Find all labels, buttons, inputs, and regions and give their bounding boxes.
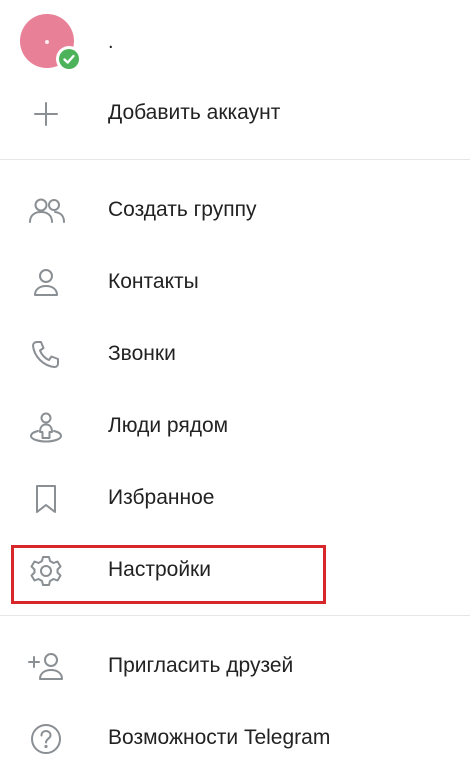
- menu-item-label: Звонки: [108, 342, 176, 365]
- add-user-icon: [27, 651, 67, 683]
- bookmark-icon: [27, 483, 67, 515]
- phone-icon: [27, 339, 67, 371]
- menu-item-label: Контакты: [108, 270, 199, 293]
- add-account-label: Добавить аккаунт: [108, 101, 281, 124]
- menu-item-label: Люди рядом: [108, 414, 229, 437]
- add-account-button[interactable]: Добавить аккаунт: [0, 78, 470, 148]
- menu-item-people-nearby[interactable]: Люди рядом: [0, 391, 470, 461]
- menu-item-label: Возможности Telegram: [108, 726, 331, 749]
- menu-item-label: Пригласить друзей: [108, 654, 294, 677]
- divider: [0, 159, 470, 160]
- help-icon: [27, 723, 67, 755]
- menu-item-create-group[interactable]: Создать группу: [0, 175, 470, 245]
- menu-item-contacts[interactable]: Контакты: [0, 247, 470, 317]
- people-nearby-icon: [27, 411, 67, 443]
- current-account-row[interactable]: .: [0, 0, 470, 86]
- highlight-box: [11, 545, 326, 604]
- check-badge-icon: [56, 46, 82, 72]
- contact-icon: [27, 267, 67, 299]
- menu-item-label: Избранное: [108, 486, 215, 509]
- plus-icon: [27, 98, 67, 130]
- menu-item-label: Создать группу: [108, 198, 257, 221]
- side-menu: . Добавить аккаунт Создать группу Контак…: [0, 0, 470, 784]
- divider: [0, 615, 470, 616]
- menu-item-saved[interactable]: Избранное: [0, 463, 470, 533]
- menu-item-calls[interactable]: Звонки: [0, 319, 470, 389]
- account-name: .: [108, 31, 114, 53]
- menu-item-invite-friends[interactable]: Пригласить друзей: [0, 631, 470, 701]
- menu-item-telegram-features[interactable]: Возможности Telegram: [0, 703, 470, 773]
- group-icon: [27, 195, 67, 227]
